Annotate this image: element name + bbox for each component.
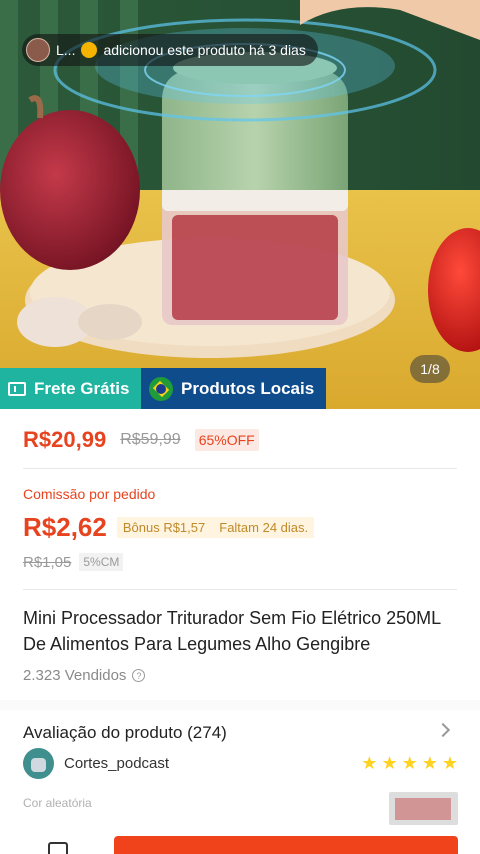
sold-count: 2.323 Vendidos ? bbox=[23, 667, 146, 684]
bonus-badge: Bônus R$1,57 Faltam 24 dias. bbox=[116, 516, 315, 538]
commission-old-value: R$1,05 bbox=[23, 553, 72, 571]
commission-value: R$2,62 bbox=[23, 511, 107, 542]
commission-sub-row: R$1,05 5%CM bbox=[23, 553, 124, 571]
local-products-tag: Produtos Locais bbox=[141, 368, 326, 409]
discount-badge: 65%OFF bbox=[194, 429, 259, 451]
star-icon: ★ bbox=[401, 753, 418, 773]
divider bbox=[23, 468, 457, 469]
commission-row: R$2,62 Bônus R$1,57 Faltam 24 dias. bbox=[23, 510, 315, 544]
product-image-carousel[interactable]: L... adicionou este produto há 3 dias 1/… bbox=[0, 0, 480, 409]
bonus-remaining: Faltam 24 dias. bbox=[219, 519, 309, 535]
star-icon: ★ bbox=[361, 753, 378, 773]
star-icon: ★ bbox=[421, 753, 438, 773]
reviewer-name: Cortes_podcast bbox=[64, 755, 170, 772]
review-stars: ★ ★ ★ ★ ★ bbox=[361, 754, 458, 772]
review-image-thumbnail[interactable] bbox=[389, 792, 458, 825]
product-page: L... adicionou este produto há 3 dias 1/… bbox=[0, 0, 480, 854]
product-title: Mini Processador Triturador Sem Fio Elét… bbox=[23, 608, 441, 654]
free-shipping-tag: Frete Grátis bbox=[0, 368, 141, 409]
sold-count-text: 2.323 Vendidos bbox=[23, 667, 127, 684]
current-price: R$20,99 bbox=[23, 427, 107, 452]
commission-rate-badge: 5%CM bbox=[79, 553, 124, 571]
section-separator bbox=[0, 700, 480, 710]
reviews-title[interactable]: Avaliação do produto (274) bbox=[23, 723, 227, 743]
commission-label: Comissão por pedido bbox=[23, 486, 156, 502]
free-shipping-label: Frete Grátis bbox=[34, 378, 130, 398]
product-tags: Frete Grátis Produtos Locais bbox=[0, 368, 326, 409]
user-avatar bbox=[26, 38, 50, 62]
star-icon: ★ bbox=[381, 753, 398, 773]
price-row: R$20,99 R$59,99 65%OFF bbox=[23, 425, 259, 455]
star-icon: ★ bbox=[441, 753, 458, 773]
buy-button[interactable] bbox=[114, 836, 458, 854]
recent-activity-toast: L... adicionou este produto há 3 dias bbox=[22, 34, 318, 66]
chevron-right-icon[interactable] bbox=[435, 722, 451, 738]
reviewer-avatar bbox=[23, 748, 54, 779]
ticket-icon bbox=[8, 381, 26, 396]
bonus-amount: Bônus R$1,57 bbox=[122, 519, 206, 535]
store-icon[interactable] bbox=[48, 842, 68, 854]
review-author: Cortes_podcast bbox=[23, 748, 169, 779]
local-products-label: Produtos Locais bbox=[181, 378, 315, 398]
help-icon[interactable]: ? bbox=[132, 669, 146, 682]
original-price: R$59,99 bbox=[120, 431, 181, 448]
brazil-flag-icon bbox=[149, 376, 173, 401]
review-variant: Cor aleatória bbox=[23, 796, 92, 810]
toast-text: adicionou este produto há 3 dias bbox=[103, 42, 306, 58]
emoji-icon bbox=[81, 42, 98, 58]
divider bbox=[23, 589, 457, 590]
image-counter: 1/8 bbox=[410, 355, 450, 383]
toast-user: L... bbox=[56, 42, 76, 58]
